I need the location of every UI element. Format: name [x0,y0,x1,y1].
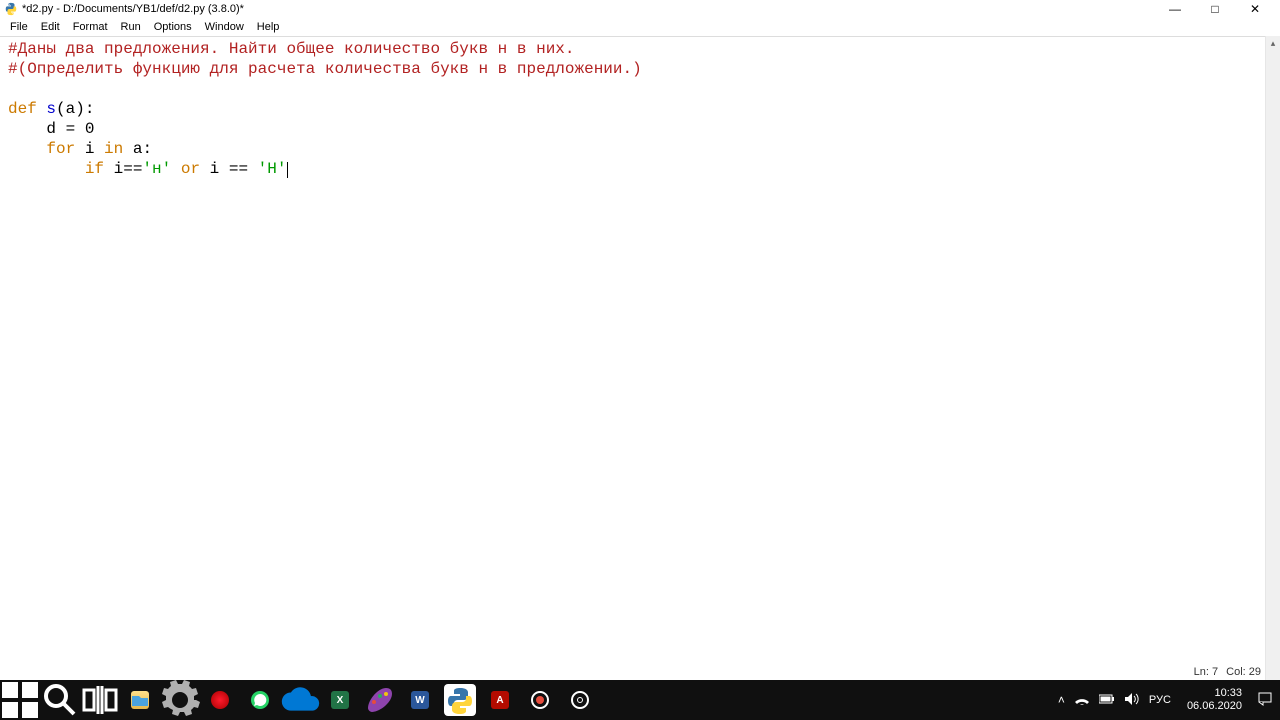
fn-name: s [37,100,56,118]
search-button[interactable] [40,680,80,720]
var-a: a: [123,140,152,158]
excel-icon[interactable]: X [320,680,360,720]
notifications-icon[interactable] [1258,692,1272,709]
menu-help[interactable]: Help [251,21,286,33]
window-title: *d2.py - D:/Documents/YB1/def/d2.py (3.8… [22,3,244,15]
menu-edit[interactable]: Edit [35,21,66,33]
settings-icon[interactable] [160,680,200,720]
kw-for: for [46,140,75,158]
vertical-scrollbar[interactable]: ▴ [1265,36,1280,680]
minimize-button[interactable]: — [1166,2,1184,16]
menu-options[interactable]: Options [148,21,198,33]
clock-time: 10:33 [1214,687,1242,700]
menu-window[interactable]: Window [199,21,250,33]
tray-chevron-icon[interactable]: ˄ [1058,693,1065,707]
acrobat-icon[interactable]: A [480,680,520,720]
kw-if: if [85,160,104,178]
record-icon[interactable] [520,680,560,720]
opera-icon[interactable] [200,680,240,720]
code-line-1: #Даны два предложения. Найти общее колич… [8,40,575,58]
fn-params: (a): [56,100,94,118]
statusbar: Ln: 7 Col: 29 [1190,664,1265,680]
expr-a: i== [104,160,142,178]
clock-date: 06.06.2020 [1187,700,1242,713]
status-col: Col: 29 [1226,666,1261,678]
text-cursor [287,162,288,178]
str-2: 'Н' [258,160,287,178]
scroll-up-icon[interactable]: ▴ [1266,36,1280,51]
volume-icon[interactable] [1125,693,1139,708]
var-i: i [75,140,104,158]
kw-def: def [8,100,37,118]
sp [171,160,181,178]
file-explorer-icon[interactable] [120,680,160,720]
kw-in: in [104,140,123,158]
network-icon[interactable] [1075,693,1089,708]
menu-run[interactable]: Run [115,21,147,33]
obs-icon[interactable] [560,680,600,720]
onedrive-icon[interactable] [280,680,320,720]
status-line: Ln: 7 [1194,666,1218,678]
code-line-5: d = 0 [8,120,94,138]
code-line-2: #(Определить функцию для расчета количес… [8,60,642,78]
battery-icon[interactable] [1099,693,1115,707]
str-1: 'н' [142,160,171,178]
kw-or: or [181,160,200,178]
window-titlebar: *d2.py - D:/Documents/YB1/def/d2.py (3.8… [0,0,1280,18]
idle-icon[interactable] [440,680,480,720]
close-button[interactable]: ✕ [1246,2,1264,16]
python-icon [4,2,18,16]
whatsapp-icon[interactable] [240,680,280,720]
menu-file[interactable]: File [4,21,34,33]
clock[interactable]: 10:33 06.06.2020 [1181,687,1248,713]
maximize-button[interactable]: □ [1206,2,1224,16]
expr-c: i == [200,160,258,178]
window-controls: — □ ✕ [1166,2,1276,16]
windows-taskbar: X W A ˄ РУС 10:33 06.06.2020 [0,680,1280,720]
word-icon[interactable]: W [400,680,440,720]
start-button[interactable] [0,680,40,720]
task-view-button[interactable] [80,680,120,720]
menubar: File Edit Format Run Options Window Help [0,18,1280,36]
keyboard-layout[interactable]: РУС [1149,694,1171,706]
indent-6 [8,140,46,158]
menu-format[interactable]: Format [67,21,114,33]
system-tray: ˄ РУС 10:33 06.06.2020 [1050,687,1280,713]
paint-icon[interactable] [360,680,400,720]
indent-7 [8,160,85,178]
code-editor[interactable]: #Даны два предложения. Найти общее колич… [0,36,1265,680]
